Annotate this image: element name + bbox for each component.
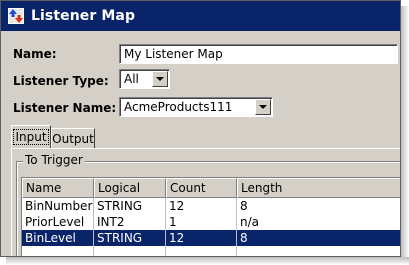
tab-output-label: Output [52, 131, 94, 146]
table-row[interactable]: PriorLevel INT2 1 n/a [22, 214, 400, 230]
window-shadow-bottom [6, 257, 409, 265]
column-divider [93, 198, 94, 256]
cell-length: 8 [240, 199, 248, 213]
table-row-selected[interactable]: BinLevel STRING 12 8 [22, 230, 400, 246]
name-label: Name: [13, 47, 57, 61]
listener-name-select[interactable]: AcmeProducts111 [119, 97, 273, 117]
up-down-arrows-icon [8, 8, 24, 24]
listener-map-window: Listener Map Name: My Listener Map Liste… [0, 0, 401, 257]
column-header-length[interactable]: Length [237, 178, 400, 198]
listener-type-select[interactable]: All [119, 69, 170, 89]
cell-count: 1 [169, 215, 177, 229]
cell-name: BinNumber [25, 199, 93, 213]
title-bar[interactable]: Listener Map [1, 1, 400, 31]
name-field[interactable]: My Listener Map [119, 44, 398, 64]
cell-name: PriorLevel [25, 215, 85, 229]
listener-name-dropdown-button[interactable] [255, 99, 271, 115]
cell-name: BinLevel [25, 231, 76, 245]
tab-input[interactable]: Input [11, 125, 51, 148]
cell-logical: INT2 [97, 215, 125, 229]
trigger-table[interactable]: Name Logical Count Length BinNumber STRI… [21, 177, 400, 256]
chevron-down-icon [259, 105, 267, 109]
cell-count: 12 [169, 199, 185, 213]
cell-length: n/a [240, 215, 260, 229]
listener-type-label: Listener Type: [13, 74, 109, 88]
cell-logical: STRING [97, 199, 143, 213]
chevron-down-icon [156, 77, 164, 81]
tab-input-label: Input [13, 129, 49, 145]
window-title: Listener Map [31, 8, 136, 24]
cell-logical: STRING [97, 231, 143, 245]
column-header-name[interactable]: Name [22, 178, 94, 198]
column-header-count[interactable]: Count [166, 178, 237, 198]
column-divider [165, 198, 166, 256]
column-header-logical[interactable]: Logical [94, 178, 166, 198]
listener-type-dropdown-button[interactable] [152, 71, 168, 87]
listener-name-label: Listener Name: [13, 101, 117, 115]
cell-length: 8 [240, 231, 248, 245]
table-row[interactable]: BinNumber STRING 12 8 [22, 198, 400, 214]
column-divider [236, 198, 237, 256]
cell-count: 12 [169, 231, 185, 245]
to-trigger-group-title: To Trigger [23, 153, 85, 167]
name-field-value: My Listener Map [124, 47, 223, 61]
window-shadow-right [401, 6, 409, 265]
tab-output[interactable]: Output [51, 128, 95, 148]
listener-name-value: AcmeProducts111 [124, 100, 233, 114]
listener-type-value: All [124, 72, 139, 86]
